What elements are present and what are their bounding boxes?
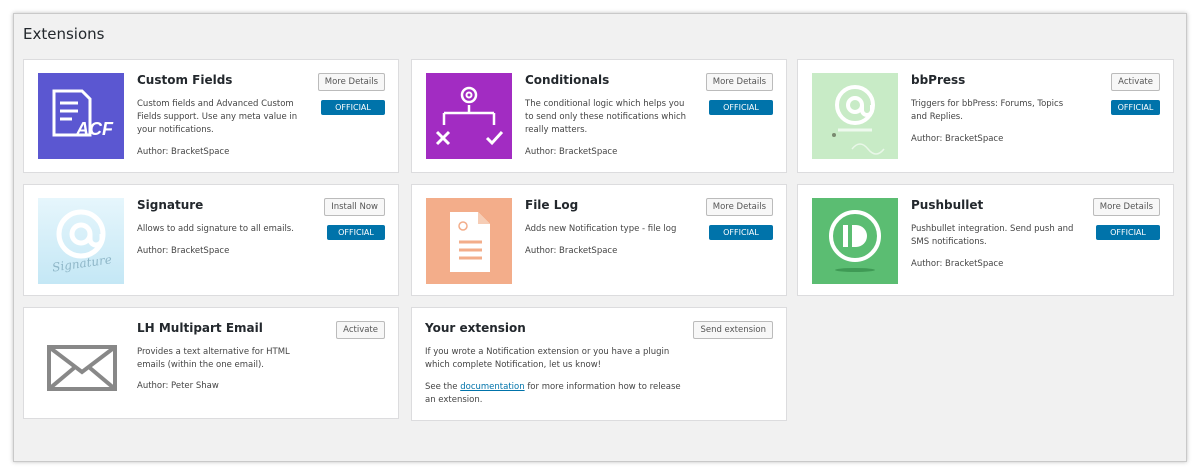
documentation-link[interactable]: documentation (460, 382, 524, 392)
extension-title: Conditionals (525, 73, 610, 87)
official-badge: OFFICIAL (327, 225, 385, 240)
extension-card-pushbullet: Pushbullet Pushbullet integration. Send … (797, 184, 1174, 296)
at-sign-icon (832, 85, 885, 155)
official-badge: OFFICIAL (1096, 225, 1160, 240)
bbpress-thumbnail (812, 73, 898, 159)
more-details-button[interactable]: More Details (317, 73, 385, 91)
official-badge: OFFICIAL (709, 100, 773, 115)
more-details-button[interactable]: More Details (705, 198, 773, 216)
acf-document-icon: ACF (52, 89, 114, 139)
extension-author: Author: BracketSpace (137, 246, 230, 256)
activate-button[interactable]: Activate (1111, 73, 1160, 91)
extension-author: Author: BracketSpace (911, 134, 1004, 144)
extension-author: Author: BracketSpace (137, 147, 230, 157)
conditionals-thumbnail (426, 73, 512, 159)
signature-script-text: Signature (51, 252, 112, 274)
file-log-thumbnail (426, 198, 512, 284)
official-badge: OFFICIAL (1111, 100, 1160, 115)
pushbullet-logo-icon (829, 210, 881, 272)
extension-title: Custom Fields (137, 73, 233, 87)
extension-description: Custom fields and Advanced Custom Fields… (137, 99, 298, 135)
extension-card-lh-multipart-email: LH Multipart Email Provides a text alter… (23, 307, 399, 419)
extension-author: Author: BracketSpace (911, 259, 1004, 269)
your-extension-title: Your extension (425, 321, 526, 335)
extension-description: Adds new Notification type - file log (525, 224, 677, 234)
extension-author: Author: BracketSpace (525, 147, 618, 157)
official-badge: OFFICIAL (321, 100, 385, 115)
extensions-panel: Extensions ACF Custom Fields Custom fiel… (13, 13, 1187, 462)
page-title: Extensions (23, 25, 105, 43)
multipart-email-thumbnail (38, 321, 124, 407)
extension-description: Triggers for bbPress: Forums, Topics and… (911, 99, 1064, 122)
docs-text-before: See the (425, 382, 458, 392)
extension-card-conditionals: Conditionals The conditional logic which… (411, 59, 787, 173)
extension-title: bbPress (911, 73, 966, 87)
extension-title: LH Multipart Email (137, 321, 263, 335)
extension-description: Provides a text alternative for HTML ema… (137, 347, 290, 370)
svg-text:ACF: ACF (75, 119, 114, 139)
extension-title: Pushbullet (911, 198, 984, 212)
custom-fields-thumbnail: ACF (38, 73, 124, 159)
extension-card-signature: Signature Signature Allows to add signat… (23, 184, 399, 296)
official-badge: OFFICIAL (709, 225, 773, 240)
install-now-button[interactable]: Install Now (324, 198, 385, 216)
extension-description: Pushbullet integration. Send push and SM… (911, 224, 1074, 247)
extension-title: File Log (525, 198, 579, 212)
more-details-button[interactable]: More Details (705, 73, 773, 91)
extension-title: Signature (137, 198, 204, 212)
file-document-icon (450, 212, 490, 272)
your-extension-card: Your extension If you wrote a Notificati… (411, 307, 787, 421)
your-extension-text: If you wrote a Notification extension or… (425, 347, 670, 370)
signature-thumbnail: Signature (38, 198, 124, 284)
extension-description: The conditional logic which helps you to… (525, 99, 687, 135)
more-details-button[interactable]: More Details (1092, 198, 1160, 216)
send-extension-button[interactable]: Send extension (693, 321, 773, 339)
extension-card-custom-fields: ACF Custom Fields Custom fields and Adva… (23, 59, 399, 173)
signature-at-icon: Signature (51, 209, 113, 275)
extension-card-bbpress: bbPress Triggers for bbPress: Forums, To… (797, 59, 1174, 173)
pushbullet-thumbnail (812, 198, 898, 284)
activate-button[interactable]: Activate (336, 321, 385, 339)
your-extension-docs-text: See the documentation for more informati… (425, 381, 685, 407)
extension-author: Author: Peter Shaw (137, 381, 219, 391)
conditional-logic-icon (435, 86, 504, 146)
extension-author: Author: BracketSpace (525, 246, 618, 256)
envelope-icon (47, 345, 117, 391)
extension-card-file-log: File Log Adds new Notification type - fi… (411, 184, 787, 296)
extension-description: Allows to add signature to all emails. (137, 224, 294, 234)
